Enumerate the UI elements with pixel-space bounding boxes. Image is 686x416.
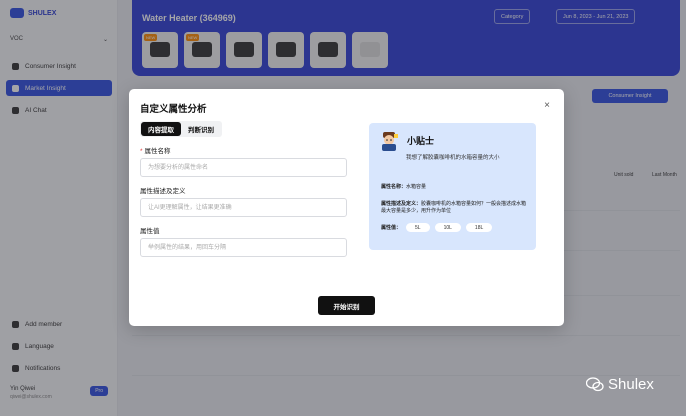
attribute-desc-label: 属性描述及定义 [140,188,186,195]
attribute-desc-input[interactable] [140,198,347,217]
tips-key: 属性描述及定义： [381,201,422,207]
tips-subtitle: 我想了解胶囊咖啡机的水箱容量的大小 [406,155,500,161]
value-chip: 10L [434,223,461,232]
tab-judgment-recognition[interactable]: 判断识别 [181,122,221,136]
tips-key: 属性名称： [381,184,407,190]
watermark-text: Shulex [608,376,654,393]
tab-content-extraction[interactable]: 内容提取 [141,122,181,136]
attribute-name-label: * 属性名称 [140,145,171,155]
close-icon[interactable]: × [542,101,552,111]
tips-key: 属性值： [381,225,402,231]
custom-attribute-dialog: 自定义属性分析 × 内容提取 判断识别 *属性名称 属性描述及定义 属性值 小贴… [129,89,564,326]
attribute-value-input[interactable] [140,238,347,257]
tips-value: 水箱容量 [406,184,427,190]
value-chip: 18L [465,223,493,232]
watermark: Shulex [586,376,654,393]
assistant-avatar-icon [382,132,398,151]
attribute-value-label: 属性值 [140,228,160,235]
tips-title: 小贴士 [407,136,435,146]
start-recognition-button[interactable]: 开始识别 [318,296,375,315]
wechat-icon [586,377,604,392]
analysis-tabs: 内容提取 判断识别 [140,121,222,137]
tips-attribute-values: 属性值： 5L 10L 18L [381,223,493,232]
tips-panel: 小贴士 我想了解胶囊咖啡机的水箱容量的大小 属性名称：水箱容量 属性描述及定义：… [369,123,536,250]
tips-attribute-name: 属性名称：水箱容量 [381,183,426,190]
required-mark: * [140,148,143,155]
tips-attribute-desc: 属性描述及定义：胶囊咖啡机的水箱容量如何？一般会描述成水箱最大容量是多少，用升作… [381,201,531,215]
dialog-title: 自定义属性分析 [140,104,207,115]
attribute-name-label-text: 属性名称 [144,148,171,155]
attribute-name-input[interactable] [140,158,347,177]
value-chip: 5L [406,223,430,232]
